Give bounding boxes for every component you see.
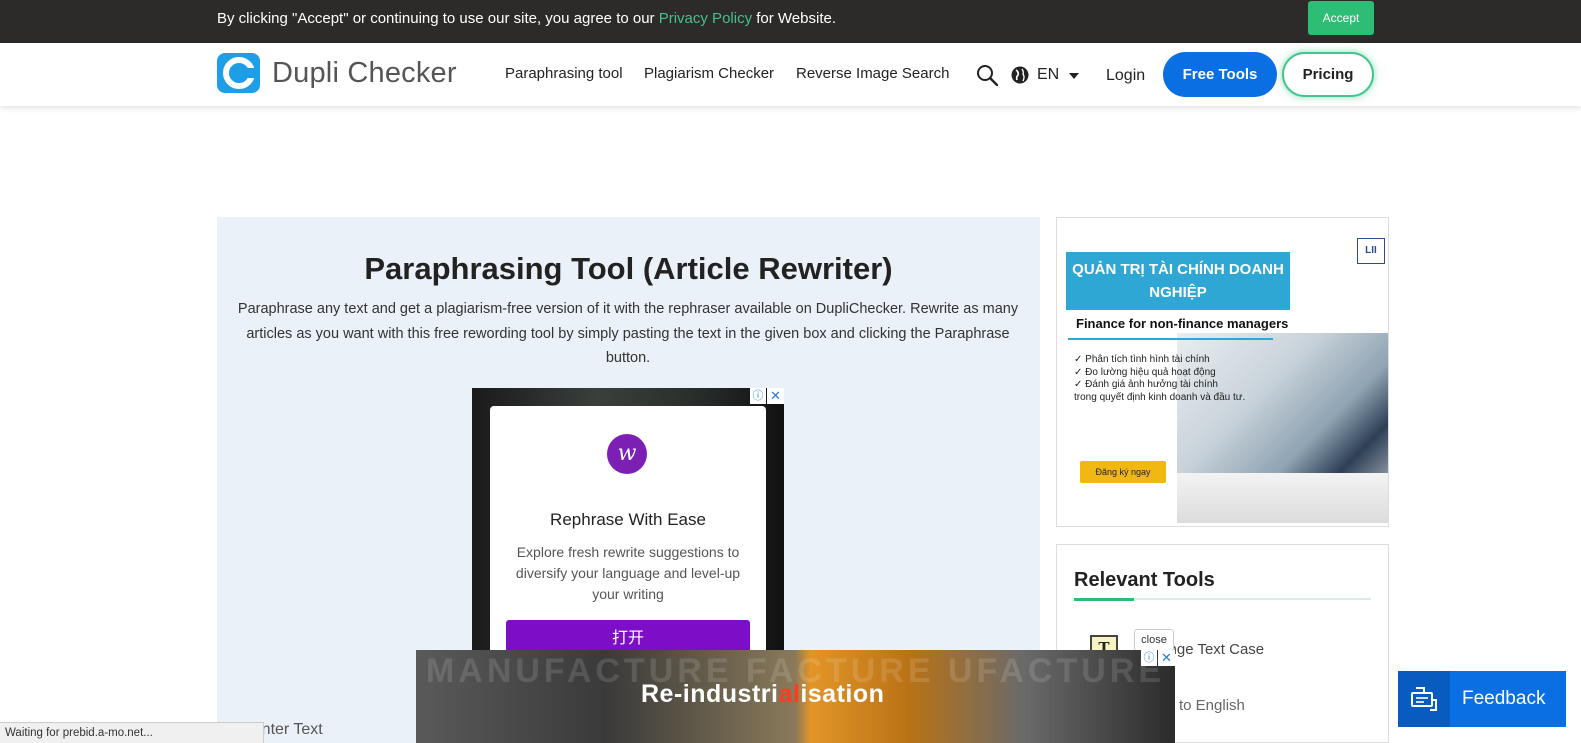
logo-mark-icon [217, 53, 260, 93]
ad-bullet-list: ✓ Phân tích tình hình tài chính ✓ Đo lườ… [1074, 354, 1245, 404]
page-description: Paraphrase any text and get a plagiarism… [237, 301, 1019, 366]
tool-link-to-english[interactable]: to English [1179, 697, 1245, 714]
ad-info-icon[interactable]: ⓘ [1141, 650, 1157, 666]
ad-close-icon[interactable]: ✕ [1158, 650, 1175, 666]
feedback-button[interactable]: Feedback [1398, 671, 1566, 727]
headline-part-a: Re-industri [641, 680, 779, 708]
headline-part-b: al [778, 680, 801, 708]
site-logo[interactable]: Dupli Checker [217, 51, 457, 95]
ad-close-icon[interactable]: ✕ [767, 388, 784, 404]
ad-body-text: Explore fresh rewrite suggestions to div… [515, 544, 741, 602]
search-icon[interactable] [976, 64, 999, 87]
headline-part-c: isation [800, 680, 885, 708]
ad-bullet: trong quyết định kinh doanh và đầu tư. [1074, 391, 1246, 403]
pricing-button[interactable]: Pricing [1282, 52, 1374, 97]
ad-bullet: ✓ Đánh giá ảnh hưởng tài chính [1074, 379, 1218, 390]
ad-info-icon[interactable]: ⓘ [750, 388, 766, 404]
cookie-text-after: for Website. [752, 10, 836, 27]
ad-register-button[interactable]: Đăng ký ngay [1080, 461, 1166, 483]
ad-banner-title: QUẢN TRỊ TÀI CHÍNH DOANH NGHIỆP [1066, 252, 1290, 310]
accept-cookies-button[interactable]: Accept [1308, 1, 1374, 35]
title-underline-accent [1074, 598, 1134, 601]
page-title: Paraphrasing Tool (Article Rewriter) [364, 251, 893, 286]
relevant-tools-title: Relevant Tools [1074, 569, 1215, 591]
nav-plagiarism-checker[interactable]: Plagiarism Checker [644, 65, 774, 82]
cookie-consent-bar: By clicking "Accept" or continuing to us… [0, 0, 1581, 43]
close-tooltip-button[interactable]: close [1134, 629, 1174, 651]
logo-text: Dupli Checker [272, 56, 457, 89]
feedback-icon [1398, 671, 1450, 727]
center-ad[interactable]: ⓘ ✕ w Rephrase With Ease Explore fresh r… [472, 388, 784, 658]
right-sidebar-ad[interactable]: LII QUẢN TRỊ TÀI CHÍNH DOANH NGHIỆP Fina… [1056, 217, 1389, 527]
free-tools-button[interactable]: Free Tools [1163, 52, 1277, 97]
cookie-consent-text: By clicking "Accept" or continuing to us… [217, 10, 836, 27]
nav-paraphrasing-tool[interactable]: Paraphrasing tool [505, 65, 623, 82]
globe-icon[interactable] [1011, 66, 1029, 84]
ad-headline: Rephrase With Ease [550, 510, 706, 529]
ad-card[interactable]: w Rephrase With Ease Explore fresh rewri… [490, 406, 766, 658]
browser-status-bar: Waiting for prebid.a-mo.net... [0, 722, 264, 743]
ad-brand-logo-icon: w [607, 434, 647, 474]
nav-reverse-image-search[interactable]: Reverse Image Search [796, 65, 949, 82]
ad-bottom-headline: Re-industrialisation [641, 680, 884, 709]
login-link[interactable]: Login [1106, 67, 1145, 85]
site-header: Dupli Checker Paraphrasing tool Plagiari… [0, 43, 1581, 106]
cookie-text-before: By clicking "Accept" or continuing to us… [217, 10, 659, 27]
bottom-ad-banner[interactable]: MANUFACTURE FACTURE UFACTURE Re-industri… [416, 650, 1175, 743]
feedback-label: Feedback [1462, 688, 1546, 709]
language-selector[interactable]: EN [1037, 66, 1059, 84]
ad-subtitle: Finance for non-finance managers [1076, 316, 1289, 331]
ad-bullet: ✓ Phân tích tình hình tài chính [1074, 354, 1210, 365]
chevron-down-icon[interactable] [1069, 73, 1079, 79]
ad-brand-logo-icon: LII [1357, 238, 1385, 264]
ad-photo-desk [1177, 473, 1388, 523]
privacy-policy-link[interactable]: Privacy Policy [659, 10, 752, 27]
ad-bullet: ✓ Đo lường hiệu quả hoạt động [1074, 366, 1216, 378]
ad-subtitle-divider [1068, 338, 1273, 340]
